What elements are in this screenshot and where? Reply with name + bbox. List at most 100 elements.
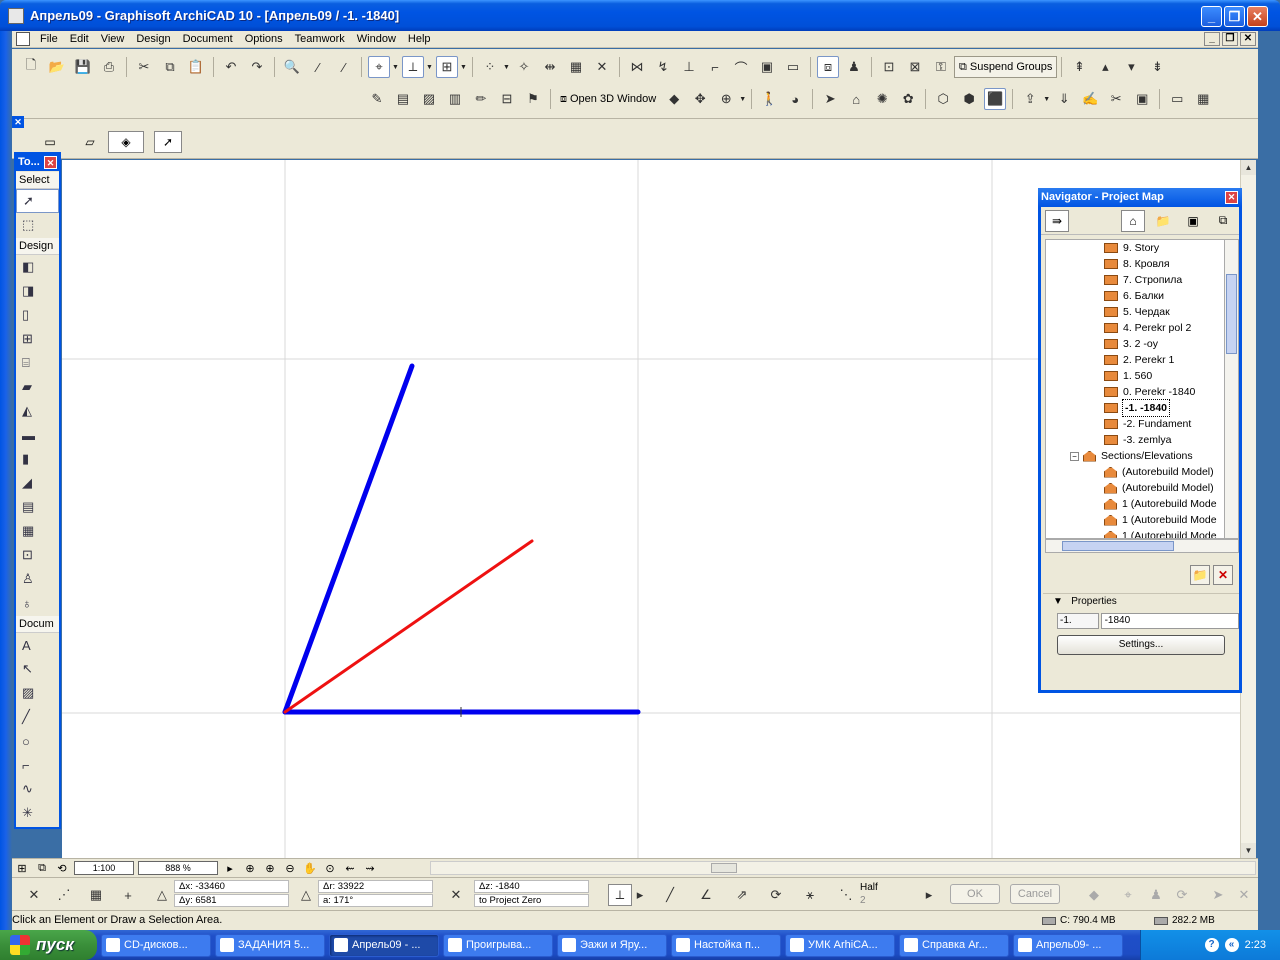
angle-tool-icon[interactable]: ∠: [694, 884, 718, 906]
preview-icon[interactable]: ⧉: [32, 861, 52, 876]
copy-icon[interactable]: ⧉: [159, 56, 181, 78]
tool-beam[interactable]: ▬: [16, 423, 59, 447]
navigator-header[interactable]: Navigator - Project Map ✕: [1038, 188, 1242, 207]
explore-icon[interactable]: ➤: [819, 88, 841, 110]
find-select-icon[interactable]: 🔍: [281, 56, 303, 78]
pet-palette-icon-2[interactable]: ⌖: [1116, 884, 1140, 906]
polar-delta-icon[interactable]: △: [294, 884, 318, 906]
trim-icon[interactable]: ⋈: [626, 56, 648, 78]
suspend-groups-button[interactable]: ⧉ Suspend Groups: [954, 56, 1058, 78]
start-button[interactable]: пуск: [0, 930, 97, 960]
tree-item-story[interactable]: 6. Балки: [1046, 288, 1224, 304]
adjust-icon[interactable]: ⊥: [678, 56, 700, 78]
bring-forward-icon[interactable]: ▴: [1094, 56, 1116, 78]
pet-palette-icon-4[interactable]: ⟳: [1170, 884, 1194, 906]
download-icon[interactable]: ⇓: [1053, 88, 1075, 110]
tool-door[interactable]: ▯: [16, 303, 59, 327]
dr-field[interactable]: Δr: 33922: [318, 880, 433, 893]
snap-guides-icon[interactable]: ⌖: [368, 56, 390, 78]
tree-item-section[interactable]: (Autorebuild Model): [1046, 464, 1224, 480]
mirror-tool-icon[interactable]: ⚹: [798, 884, 822, 906]
marquee-eraser-icon[interactable]: ◈: [108, 131, 144, 153]
tool-mesh[interactable]: ▤: [16, 495, 59, 519]
measure-icon[interactable]: ▦: [565, 56, 587, 78]
tree-item-story[interactable]: 3. 2 -oy: [1046, 336, 1224, 352]
menu-teamwork[interactable]: Teamwork: [289, 33, 351, 45]
syringe-icon[interactable]: ⁄: [333, 56, 355, 78]
pet-palette-icon-1[interactable]: ◆: [1082, 884, 1106, 906]
taskbar-item[interactable]: Апрель09- ...: [1013, 933, 1123, 957]
cancel-button[interactable]: Cancel: [1010, 884, 1060, 904]
crosshair-icon[interactable]: +: [116, 884, 140, 906]
trace-icon[interactable]: ⚑: [522, 88, 544, 110]
tree-item-story[interactable]: -2. Fundament: [1046, 416, 1224, 432]
tool-stair[interactable]: ◢: [16, 471, 59, 495]
publish-icon[interactable]: ⇪: [1019, 88, 1041, 110]
menu-design[interactable]: Design: [130, 33, 176, 45]
maximize-button[interactable]: ❐: [1224, 6, 1245, 27]
tree-item-story[interactable]: -3. zemlya: [1046, 432, 1224, 448]
save-icon[interactable]: 💾: [72, 56, 94, 78]
zoom-field[interactable]: 888 %: [138, 861, 218, 875]
tree-item-story[interactable]: 0. Perekr -1840: [1046, 384, 1224, 400]
pencil-icon[interactable]: ✏: [470, 88, 492, 110]
grid-snap-toggle-icon[interactable]: ⋰: [52, 884, 76, 906]
taskbar-item[interactable]: CD-дисков...: [101, 933, 211, 957]
magic-wand-icon[interactable]: ✧: [513, 56, 535, 78]
tool-marquee[interactable]: ⬚: [16, 213, 59, 237]
arrow-select-icon[interactable]: ➚: [154, 131, 182, 153]
menu-file[interactable]: File: [34, 33, 64, 45]
tool-lamp[interactable]: ♁: [16, 591, 59, 615]
pet-palette-icon-3[interactable]: ♟: [1144, 884, 1168, 906]
lock-icon[interactable]: ⚿: [930, 56, 952, 78]
render-icon[interactable]: ◕: [784, 88, 806, 110]
tool-roof[interactable]: ◭: [16, 399, 59, 423]
sun-icon[interactable]: ✺: [871, 88, 893, 110]
tool-circle[interactable]: ○: [16, 729, 59, 753]
dimension-icon[interactable]: ⇹: [539, 56, 561, 78]
tool-arrow[interactable]: ➚: [16, 189, 59, 213]
tool-object[interactable]: ⌸: [16, 351, 59, 375]
ok-button[interactable]: OK: [950, 884, 1000, 904]
tree-hscroll-thumb[interactable]: [1062, 541, 1174, 551]
tool-chair[interactable]: ♙: [16, 567, 59, 591]
taskbar-item[interactable]: Проигрыва...: [443, 933, 553, 957]
taskbar-item[interactable]: Эажи и Яру...: [557, 933, 667, 957]
delta-icon[interactable]: △: [150, 884, 174, 906]
line-tool-icon[interactable]: ╱: [658, 884, 682, 906]
tool-wall[interactable]: ◧: [16, 255, 59, 279]
cut-3d-icon[interactable]: ⬡: [932, 88, 954, 110]
taskbar-item[interactable]: ЗАДАНИЯ 5...: [215, 933, 325, 957]
tool-window[interactable]: ⊞: [16, 327, 59, 351]
send-backward-icon[interactable]: ▾: [1120, 56, 1142, 78]
hatch-icon[interactable]: ▨: [418, 88, 440, 110]
pan-icon[interactable]: ✋: [300, 861, 320, 876]
new-folder-icon[interactable]: 📁: [1190, 565, 1210, 585]
dy-field[interactable]: Δy: 6581: [174, 894, 289, 907]
element-info-icon[interactable]: ♟: [843, 56, 865, 78]
close-button[interactable]: ✕: [1247, 6, 1268, 27]
fit-window-icon[interactable]: ⊙: [320, 861, 340, 876]
tree-item-story[interactable]: 2. Perekr 1: [1046, 352, 1224, 368]
tree-item-section[interactable]: 1 (Autorebuild Mode: [1046, 512, 1224, 528]
taskbar-item-active[interactable]: Апрель09 - ...: [329, 933, 439, 957]
tree-vertical-scrollbar[interactable]: [1225, 239, 1239, 539]
navigator-toggle-icon[interactable]: ⊞: [12, 861, 32, 876]
archicad-app-icon[interactable]: [8, 7, 24, 24]
snap-angle-icon[interactable]: ⟂: [608, 884, 632, 906]
offset-tool-icon[interactable]: ⇗: [730, 884, 754, 906]
settings-button[interactable]: Settings...: [1057, 635, 1225, 655]
snap-menu-arrow-icon[interactable]: ▸: [634, 884, 646, 906]
3d-box-icon[interactable]: ◆: [663, 88, 685, 110]
new-file-icon[interactable]: 🗋: [20, 56, 42, 78]
taskbar-item[interactable]: Настойка п...: [671, 933, 781, 957]
tool-spline[interactable]: ∿: [16, 777, 59, 801]
flower-icon[interactable]: ✿: [897, 88, 919, 110]
orbit-icon[interactable]: ⊕: [715, 88, 737, 110]
reference-field[interactable]: to Project Zero: [474, 894, 589, 907]
minimize-button[interactable]: _: [1201, 6, 1222, 27]
undo-icon[interactable]: ↶: [220, 56, 242, 78]
pen-icon[interactable]: ✎: [366, 88, 388, 110]
group-icon[interactable]: ⊡: [878, 56, 900, 78]
tree-item-story[interactable]: 5. Чердак: [1046, 304, 1224, 320]
